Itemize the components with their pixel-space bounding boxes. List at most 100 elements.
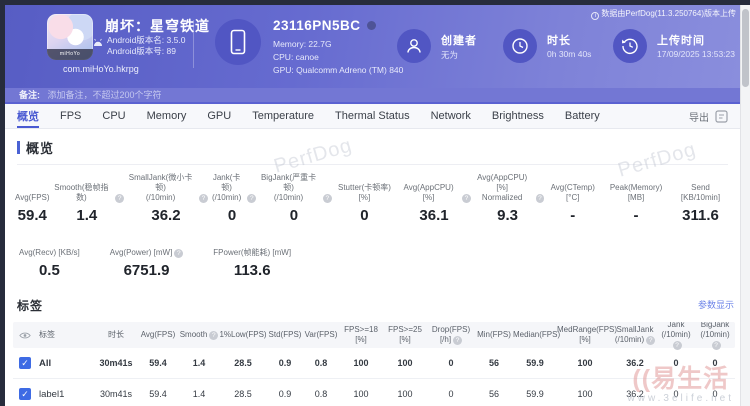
- device-info-badge-icon: [367, 21, 376, 30]
- table-cell: 1.4: [179, 389, 219, 399]
- metric-value: 113.6: [234, 262, 271, 279]
- table-cell: 0.9: [267, 389, 303, 399]
- person-icon: [405, 37, 423, 55]
- column-header: FPS>=25 [%]: [383, 325, 427, 344]
- tab-GPU[interactable]: GPU: [207, 104, 231, 128]
- game-title: 崩坏：星穹铁道: [105, 16, 210, 36]
- info-icon[interactable]: ?: [673, 341, 682, 350]
- info-icon[interactable]: ?: [646, 336, 655, 345]
- creator-value: 无为: [441, 49, 458, 61]
- metric: Avg(Power) [mW]?6751.9: [110, 238, 184, 279]
- tab-Network[interactable]: Network: [431, 104, 471, 128]
- row-label: label1: [37, 389, 95, 400]
- device-memory: Memory: 22.7G: [273, 39, 332, 49]
- window-edge-top: [0, 0, 750, 5]
- metric-label: Avg(Power) [mW]?: [110, 238, 184, 258]
- info-circle-icon: i: [591, 12, 599, 20]
- vertical-scrollbar[interactable]: [740, 5, 750, 406]
- info-icon[interactable]: ?: [323, 194, 332, 203]
- overview-section-title: 概览: [17, 138, 740, 157]
- remark-input[interactable]: 添加备注，不超过200个字符: [48, 90, 162, 100]
- metric: Avg(AppCPU) [%]?36.1: [397, 183, 471, 224]
- metric-label: Peak(Memory) [MB]: [601, 183, 671, 203]
- metric-value: 9.3: [497, 207, 518, 224]
- metric-value: 0: [360, 207, 368, 224]
- export-label: 导出: [689, 109, 709, 124]
- table-cell: 59.4: [137, 358, 179, 368]
- metric-value: -: [570, 207, 575, 224]
- metric: Smooth(稳帧指数)? 1.4: [50, 183, 125, 224]
- creator-circle: [397, 29, 431, 63]
- vertical-scrollbar-thumb[interactable]: [742, 9, 749, 87]
- export-button[interactable]: 导出: [689, 109, 728, 124]
- row-checkbox[interactable]: ✓: [19, 388, 31, 400]
- metric: Jank(卡顿) (/10min)?0: [208, 173, 256, 224]
- tab-Battery[interactable]: Battery: [565, 104, 600, 128]
- info-icon[interactable]: ?: [712, 341, 721, 350]
- tab-Memory[interactable]: Memory: [147, 104, 187, 128]
- info-icon[interactable]: ?: [453, 336, 462, 345]
- table-cell: 28.5: [219, 389, 267, 399]
- metric-label: Avg(CTemp)[°C]: [544, 183, 601, 203]
- perfdog-report-window: i数据由PerfDog(11.3.250764)版本上传 miHoYo 崩坏：星…: [0, 0, 750, 406]
- metric-label: Avg(Recv) [KB/s]: [19, 238, 80, 258]
- info-icon[interactable]: ?: [115, 194, 124, 203]
- info-icon[interactable]: ?: [462, 194, 471, 203]
- metric-value: 1.4: [76, 207, 97, 224]
- metric-label: BigJank(严重卡顿) (/10min)?: [256, 173, 331, 203]
- column-header: Smooth?: [179, 330, 219, 340]
- section-title-bar: [17, 141, 20, 154]
- metric-label: Smooth(稳帧指数)?: [50, 183, 125, 203]
- info-icon[interactable]: ?: [199, 194, 208, 203]
- overview-metrics-row1: Avg(FPS)59.4Smooth(稳帧指数)?1.4SmallJank(微小…: [15, 173, 730, 224]
- table-cell: 59.9: [513, 358, 557, 368]
- info-icon[interactable]: ?: [536, 194, 545, 203]
- table-cell: 0: [695, 358, 735, 368]
- report-icon[interactable]: [715, 110, 728, 123]
- row-checkbox[interactable]: ✓: [19, 357, 31, 369]
- clock-icon: [511, 37, 529, 55]
- tab-FPS[interactable]: FPS: [60, 104, 81, 128]
- duration-label: 时长: [547, 32, 571, 48]
- tab-Temperature[interactable]: Temperature: [252, 104, 314, 128]
- visibility-eye-icon[interactable]: [13, 331, 37, 340]
- duration-circle: [503, 29, 537, 63]
- creator-label: 创建者: [441, 32, 477, 48]
- phone-icon: [229, 29, 247, 55]
- device-circle: [215, 19, 261, 65]
- metric-label: Avg(AppCPU) [%] Normalized?: [471, 173, 545, 203]
- tab-概览[interactable]: 概览: [17, 104, 39, 128]
- tab-Thermal Status[interactable]: Thermal Status: [335, 104, 410, 128]
- metric: Avg(Recv) [KB/s]0.5: [19, 238, 80, 279]
- table-cell: 0: [427, 389, 475, 399]
- metric: Avg(FPS)59.4: [15, 183, 50, 224]
- labels-table-body: ✓All30m41s59.41.428.50.90.810010005659.9…: [13, 348, 735, 404]
- table-cell: 56: [475, 389, 513, 399]
- history-clock-icon: [621, 37, 639, 55]
- tab-Brightness[interactable]: Brightness: [492, 104, 544, 128]
- overview-divider: [17, 164, 728, 165]
- table-cell: 30m41s: [95, 358, 137, 368]
- android-version-code: Android版本号: 89: [107, 45, 176, 57]
- column-header: Min(FPS): [475, 330, 513, 340]
- table-cell: 30m41s: [95, 389, 137, 399]
- metric-value: 36.2: [151, 207, 180, 224]
- metric-label: Send [KB/10min]: [671, 183, 730, 203]
- info-icon[interactable]: ?: [174, 249, 183, 258]
- table-cell: 0.9: [267, 358, 303, 368]
- table-row: ✓label130m41s59.41.428.50.90.81001000565…: [13, 379, 735, 404]
- metric-tab-bar: 概览 FPS CPU Memory GPU Temperature Thermal Stat…: [5, 104, 740, 129]
- device-gpu: GPU: Qualcomm Adreno (TM) 840: [273, 65, 403, 75]
- column-header: Var(FPS): [303, 330, 339, 340]
- metric-value: 0: [290, 207, 298, 224]
- upload-time-circle: [613, 29, 647, 63]
- table-cell: 56: [475, 358, 513, 368]
- metric: FPower(帧能耗) [mW]113.6: [213, 238, 291, 279]
- info-icon[interactable]: ?: [247, 194, 256, 203]
- info-icon[interactable]: ?: [209, 331, 218, 340]
- upload-time-label: 上传时间: [657, 32, 705, 48]
- params-display-link[interactable]: 参数显示: [698, 298, 734, 311]
- tab-CPU[interactable]: CPU: [102, 104, 125, 128]
- metric-label: Avg(FPS): [15, 183, 50, 203]
- checkbox-cell: ✓: [13, 357, 37, 369]
